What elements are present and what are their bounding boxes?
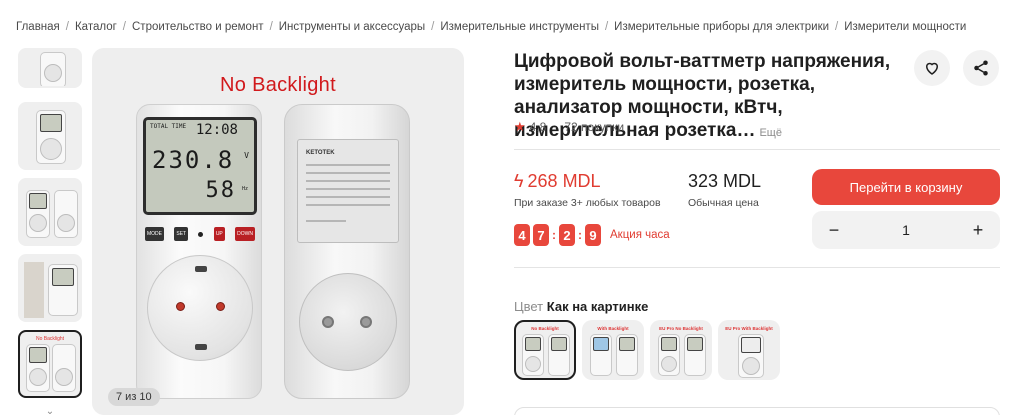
promo-price-value: 268 MDL xyxy=(527,171,601,191)
thumbnail-4[interactable] xyxy=(18,254,82,322)
image-caption: No Backlight xyxy=(220,74,336,96)
meter-back-illustration: KETOTEK xyxy=(284,104,410,399)
rating-row[interactable]: ★ 4,8 · 72 покупки xyxy=(514,119,624,135)
thumbnail-strip: ⌃ No Backlight ⌄ xyxy=(16,46,84,415)
variant-option-2[interactable]: With Backlight xyxy=(582,320,644,380)
timer-colon: : xyxy=(552,228,556,242)
socket-pin xyxy=(216,302,225,311)
variant-option-1[interactable]: No Backlight xyxy=(514,320,576,380)
variant-option-4[interactable]: EU Pro With Backlight xyxy=(718,320,780,380)
timer-digit: 2 xyxy=(559,224,575,246)
main-product-image[interactable]: No Backlight TOTAL TIME 12:08 230.8 V 58… xyxy=(92,48,464,415)
color-variants: No Backlight With Backlight EU Pro No Ba… xyxy=(514,320,780,380)
device-buttons: MODE SET UP DOWN xyxy=(145,227,255,241)
breadcrumb-item-electric-meters[interactable]: Измерительные приборы для электрики xyxy=(614,21,829,33)
regular-price: 323 MDL xyxy=(688,171,762,191)
go-to-cart-button[interactable]: Перейти в корзину xyxy=(812,169,1000,205)
variant-caption: EU Pro With Backlight xyxy=(725,326,773,331)
lcd-voltage-unit: V xyxy=(244,151,249,160)
variant-caption: No Backlight xyxy=(531,326,559,331)
meter-front-illustration: TOTAL TIME 12:08 230.8 V 58 Hz MODE SET … xyxy=(136,104,262,399)
device-led xyxy=(198,231,204,237)
divider xyxy=(514,267,1000,268)
device-button-mode: MODE xyxy=(145,227,164,241)
breadcrumb-separator: / xyxy=(65,21,69,33)
quantity-stepper: − 1 + xyxy=(812,211,1000,249)
chevron-down-icon[interactable]: ⌄ xyxy=(16,404,84,415)
socket-ground-clip xyxy=(195,344,207,350)
promo-price: ϟ 268 MDL xyxy=(514,171,601,192)
timer-digit: 7 xyxy=(533,224,549,246)
breadcrumb-separator: / xyxy=(835,21,839,33)
plug-pin xyxy=(360,316,372,328)
lcd-total-time-label: TOTAL TIME xyxy=(150,123,187,130)
lcd-time: 12:08 xyxy=(195,122,238,138)
breadcrumb-separator: / xyxy=(122,21,126,33)
image-counter: 7 из 10 xyxy=(108,388,160,406)
increase-quantity-button[interactable]: + xyxy=(970,220,986,241)
lightning-icon: ϟ xyxy=(514,171,524,191)
thumbnail-1[interactable] xyxy=(18,48,82,88)
bottom-panel xyxy=(514,407,1000,415)
breadcrumb-item-tools[interactable]: Инструменты и аксессуары xyxy=(279,21,425,33)
more-link[interactable]: Ещё xyxy=(759,127,782,139)
color-value: Как на картинке xyxy=(546,299,649,314)
heart-icon xyxy=(925,62,939,75)
socket-pin xyxy=(176,302,185,311)
thumbnail-5-selected[interactable]: No Backlight xyxy=(18,330,82,398)
breadcrumb-item-power-meters[interactable]: Измерители мощности xyxy=(844,21,966,33)
color-label: Цвет Как на картинке xyxy=(514,299,648,314)
lcd-display: TOTAL TIME 12:08 230.8 V 58 Hz xyxy=(143,117,257,215)
separator-dot: · xyxy=(553,120,558,134)
quantity-value: 1 xyxy=(902,222,910,238)
breadcrumb-separator: / xyxy=(269,21,273,33)
socket-back xyxy=(299,273,397,371)
breadcrumb-item-catalog[interactable]: Каталог xyxy=(75,21,117,33)
variant-caption: EU Pro No Backlight xyxy=(659,326,703,331)
brand-label: KETOTEK xyxy=(306,150,335,156)
lcd-voltage: 230.8 xyxy=(152,146,235,174)
regular-price-note: Обычная цена xyxy=(688,197,759,209)
color-key: Цвет xyxy=(514,299,544,314)
socket-front xyxy=(147,255,253,361)
decrease-quantity-button[interactable]: − xyxy=(826,220,842,241)
purchases-count: 72 покупки xyxy=(564,120,625,134)
timer-digit: 4 xyxy=(514,224,530,246)
variant-option-3[interactable]: EU Pro No Backlight xyxy=(650,320,712,380)
timer-colon: : xyxy=(578,228,582,242)
device-button-set: SET xyxy=(174,227,189,241)
breadcrumb-item-measuring-tools[interactable]: Измерительные инструменты xyxy=(440,21,599,33)
promo-timer: 4 7 : 2 : 9 Акция часа xyxy=(514,224,670,246)
divider xyxy=(514,149,1000,150)
lcd-frequency-unit: Hz xyxy=(241,186,248,192)
breadcrumb-item-home[interactable]: Главная xyxy=(16,21,60,33)
spec-label: KETOTEK xyxy=(297,139,399,243)
breadcrumb: Главная / Каталог / Строительство и ремо… xyxy=(16,21,966,33)
rating-value: 4,8 xyxy=(529,120,547,134)
breadcrumb-item-construction[interactable]: Строительство и ремонт xyxy=(132,21,264,33)
timer-digit: 9 xyxy=(585,224,601,246)
device-button-down: DOWN xyxy=(235,227,255,241)
thumbnail-3[interactable] xyxy=(18,178,82,246)
promo-price-note: При заказе 3+ любых товаров xyxy=(514,197,661,209)
thumbnail-2[interactable] xyxy=(18,102,82,170)
breadcrumb-separator: / xyxy=(431,21,435,33)
variant-caption: With Backlight xyxy=(597,326,629,331)
lcd-frequency: 58 xyxy=(205,178,236,203)
thumbnail-caption: No Backlight xyxy=(35,336,65,342)
socket-ground-clip xyxy=(195,266,207,272)
star-icon: ★ xyxy=(514,119,526,134)
share-button[interactable] xyxy=(963,50,999,86)
device-button-up: UP xyxy=(213,227,225,241)
plug-pin xyxy=(322,316,334,328)
timer-label: Акция часа xyxy=(610,229,670,241)
share-icon xyxy=(974,60,988,76)
favorite-button[interactable] xyxy=(914,50,950,86)
breadcrumb-separator: / xyxy=(604,21,609,33)
